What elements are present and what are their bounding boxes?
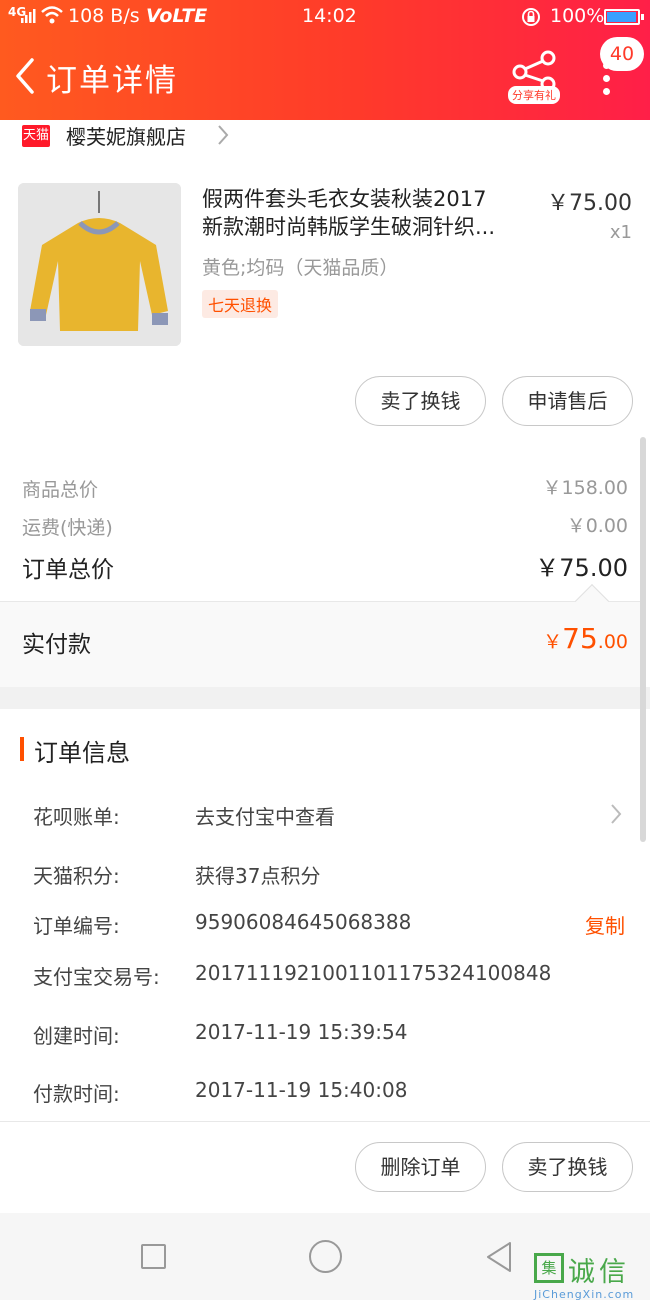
product-quantity: x1 — [609, 222, 632, 243]
points-label: 天猫积分: — [33, 864, 120, 888]
paid-time-value: 2017-11-19 15:40:08 — [195, 1078, 408, 1102]
product-title-line2: 新款潮时尚韩版学生破洞针织... — [202, 215, 496, 239]
system-back-icon[interactable] — [484, 1240, 514, 1274]
product-title-line1: 假两件套头毛衣女装秋装2017 — [202, 187, 487, 211]
message-count-badge[interactable]: 40 — [600, 37, 644, 71]
order-total-label: 订单总价 — [22, 557, 114, 583]
recent-apps-icon[interactable] — [141, 1244, 166, 1269]
paid-decimal: .00 — [597, 631, 628, 653]
chevron-right-icon — [218, 125, 229, 145]
tmall-logo: 天猫 — [22, 125, 50, 147]
shipping-value: ￥0.00 — [566, 515, 628, 537]
watermark-text: 诚信 — [568, 1257, 630, 1288]
product-image[interactable] — [18, 183, 181, 346]
shop-row[interactable]: 天猫 樱芙妮旗舰店 — [0, 118, 650, 154]
page-title: 订单详情 — [46, 63, 178, 99]
signal-icon — [21, 9, 36, 23]
scrollbar[interactable] — [640, 437, 646, 842]
goods-total-value: ￥158.00 — [542, 477, 628, 499]
home-icon[interactable] — [309, 1240, 342, 1273]
wifi-icon — [41, 6, 63, 24]
watermark-logo-icon: 集 — [534, 1253, 564, 1283]
product-price: ￥75.00 — [547, 191, 632, 216]
back-icon[interactable] — [10, 56, 40, 96]
watermark: 集 诚信 JiChengXin.com — [532, 1250, 650, 1300]
return-policy-tag: 七天退换 — [202, 290, 279, 318]
chevron-right-icon[interactable] — [608, 801, 624, 827]
app-header: 4G 108 B/s VoLTE 14:02 100% 订单详情 分享有礼 40 — [0, 0, 650, 120]
order-number-value: 95906084645068388 — [195, 910, 412, 934]
shop-name[interactable]: 樱芙妮旗舰店 — [66, 121, 186, 150]
product-title[interactable]: 假两件套头毛衣女装秋装2017 新款潮时尚韩版学生破洞针织... — [202, 185, 532, 241]
delete-order-button[interactable]: 删除订单 — [355, 1142, 486, 1192]
order-number-label: 订单编号: — [33, 914, 120, 938]
bottom-divider — [0, 1121, 650, 1122]
paid-value: ￥75.00 — [543, 622, 628, 655]
order-total-value: ￥75.00 — [535, 554, 628, 582]
section-accent-bar — [20, 737, 24, 761]
clock: 14:02 — [302, 5, 357, 27]
sweater-image — [18, 183, 181, 346]
points-value: 获得37点积分 — [195, 864, 321, 888]
battery-icon — [604, 9, 644, 25]
sell-for-cash-button[interactable]: 卖了换钱 — [355, 376, 486, 426]
created-time-label: 创建时间: — [33, 1024, 120, 1048]
copy-order-number-button[interactable]: 复制 — [585, 910, 625, 939]
after-sale-button[interactable]: 申请售后 — [502, 376, 633, 426]
paid-currency: ￥ — [543, 631, 563, 653]
goods-total-label: 商品总价 — [22, 479, 99, 501]
network-speed: 108 B/s — [68, 5, 140, 27]
product-spec: 黄色;均码（天猫品质） — [202, 257, 399, 279]
paid-label: 实付款 — [22, 632, 91, 658]
watermark-domain: JiChengXin.com — [534, 1288, 635, 1300]
huabei-label: 花呗账单: — [33, 805, 120, 829]
battery-percent: 100% — [550, 5, 605, 27]
status-bar: 4G 108 B/s VoLTE 14:02 100% — [0, 0, 650, 34]
huabei-value[interactable]: 去支付宝中查看 — [195, 801, 335, 830]
sell-for-cash-button-bottom[interactable]: 卖了换钱 — [502, 1142, 633, 1192]
alipay-trade-value: 2017111921001101175324100848 — [195, 961, 552, 985]
order-info-title: 订单信息 — [34, 739, 130, 767]
created-time-value: 2017-11-19 15:39:54 — [195, 1020, 408, 1044]
share-reward-tag[interactable]: 分享有礼 — [508, 86, 560, 104]
shipping-label: 运费(快递) — [22, 517, 113, 539]
paid-integer: 75 — [562, 622, 598, 655]
volte-indicator: VoLTE — [146, 5, 208, 27]
section-divider — [0, 687, 650, 709]
alipay-trade-label: 支付宝交易号: — [33, 965, 160, 989]
paid-time-label: 付款时间: — [33, 1082, 120, 1106]
rotation-lock-icon — [522, 8, 540, 26]
